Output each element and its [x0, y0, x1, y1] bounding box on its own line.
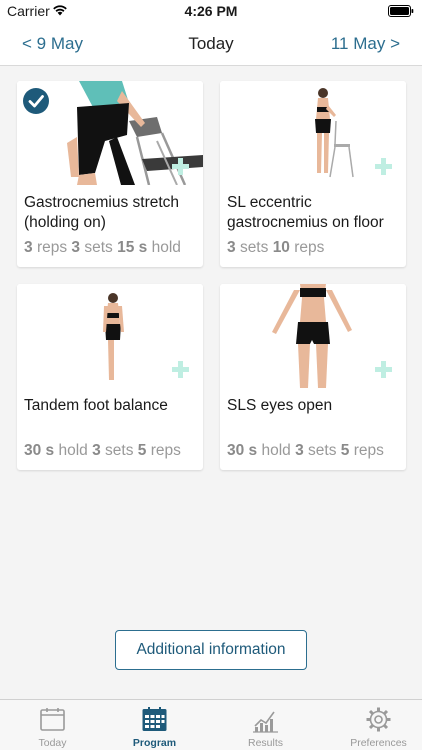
tab-label: Program	[132, 737, 177, 749]
calendar-icon	[40, 708, 65, 731]
exercise-meta: 30 s hold 3 sets 5 reps	[227, 442, 384, 459]
tab-label: Results	[247, 737, 283, 749]
exercise-meta: 3 reps 3 sets 15 s hold	[24, 239, 181, 256]
exercise-title: Tandem foot balance	[24, 397, 168, 414]
navigation-bar: < 9 May Today 11 May >	[0, 22, 422, 66]
completed-check-icon	[23, 88, 49, 114]
exercise-meta: 30 s hold 3 sets 5 reps	[24, 442, 181, 459]
tab-preferences[interactable]: Preferences	[326, 700, 422, 750]
tab-today[interactable]: Today	[0, 700, 105, 750]
additional-information-button[interactable]: Additional information	[115, 630, 307, 670]
status-bar: Carrier 4:26 PM	[0, 0, 422, 22]
battery-icon	[388, 5, 414, 17]
tab-program[interactable]: Program	[102, 700, 207, 750]
next-day-button[interactable]: 11 May >	[331, 34, 400, 54]
exercise-card-sl-eccentric[interactable]: SL eccentric gastrocnemius on floor 3 se…	[220, 81, 406, 267]
tab-label: Preferences	[350, 737, 407, 749]
exercise-card-sls-eyes-open[interactable]: SLS eyes open 30 s hold 3 sets 5 reps	[220, 284, 406, 470]
exercise-card-gastrocnemius-stretch[interactable]: Gastrocnemius stretch (holding on) 3 rep…	[17, 81, 203, 267]
exercise-card-tandem-foot-balance[interactable]: Tandem foot balance 30 s hold 3 sets 5 r…	[17, 284, 203, 470]
chart-icon	[253, 711, 278, 733]
clock: 4:26 PM	[184, 3, 238, 19]
plus-icon[interactable]	[374, 157, 393, 176]
exercise-title: SL eccentric gastrocnemius on floor	[227, 194, 384, 231]
exercise-title: Gastrocnemius stretch (holding on)	[24, 194, 180, 231]
plus-icon[interactable]	[171, 360, 190, 379]
tab-results[interactable]: Results	[213, 700, 318, 750]
tab-bar: Today Program Results Preferences	[0, 699, 422, 750]
tab-label: Today	[38, 737, 67, 749]
plus-icon[interactable]	[374, 360, 393, 379]
gear-icon	[366, 707, 391, 732]
exercise-meta: 3 sets 10 reps	[227, 239, 325, 256]
program-calendar-icon	[142, 707, 167, 731]
exercise-list: Gastrocnemius stretch (holding on) 3 rep…	[0, 66, 422, 699]
exercise-title: SLS eyes open	[227, 397, 333, 414]
plus-icon[interactable]	[171, 157, 190, 176]
